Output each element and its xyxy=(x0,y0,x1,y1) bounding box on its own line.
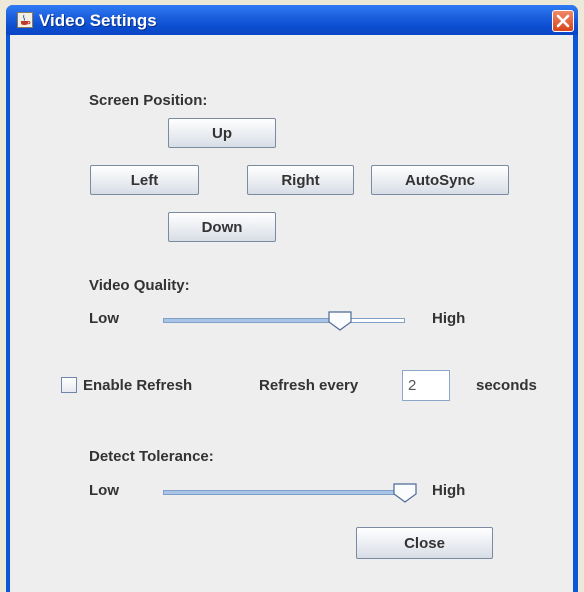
settings-panel: Screen Position: Up Left Right AutoSync … xyxy=(10,35,573,592)
refresh-interval-input[interactable]: 2 xyxy=(402,370,450,401)
video-quality-slider-fill xyxy=(164,319,340,322)
video-settings-window: Video Settings Screen Position: Up Left … xyxy=(6,5,578,592)
detect-tolerance-heading: Detect Tolerance: xyxy=(89,448,214,465)
detect-tolerance-slider-fill xyxy=(164,491,404,494)
video-quality-slider[interactable] xyxy=(163,318,405,323)
screen-position-heading: Screen Position: xyxy=(89,92,208,109)
window-title: Video Settings xyxy=(39,11,157,30)
close-button[interactable]: Close xyxy=(356,527,493,559)
up-button[interactable]: Up xyxy=(168,118,276,148)
enable-refresh-checkbox[interactable] xyxy=(61,377,77,393)
video-quality-heading: Video Quality: xyxy=(89,277,190,294)
enable-refresh-label: Enable Refresh xyxy=(83,377,193,394)
autosync-button[interactable]: AutoSync xyxy=(371,165,509,195)
detect-tolerance-slider[interactable] xyxy=(163,490,405,495)
title-bar[interactable]: Video Settings xyxy=(6,5,578,35)
video-quality-thumb-icon[interactable] xyxy=(328,311,352,331)
right-button[interactable]: Right xyxy=(247,165,354,195)
left-button[interactable]: Left xyxy=(90,165,199,195)
close-icon[interactable] xyxy=(552,10,574,32)
down-button[interactable]: Down xyxy=(168,212,276,242)
detect-tolerance-thumb-icon[interactable] xyxy=(393,483,417,503)
detect-tolerance-low-label: Low xyxy=(89,482,119,499)
detect-tolerance-high-label: High xyxy=(432,482,466,499)
seconds-label: seconds xyxy=(476,377,537,394)
video-quality-high-label: High xyxy=(432,310,466,327)
refresh-every-label: Refresh every xyxy=(259,377,359,394)
video-quality-low-label: Low xyxy=(89,310,119,327)
java-cup-icon xyxy=(17,12,33,28)
